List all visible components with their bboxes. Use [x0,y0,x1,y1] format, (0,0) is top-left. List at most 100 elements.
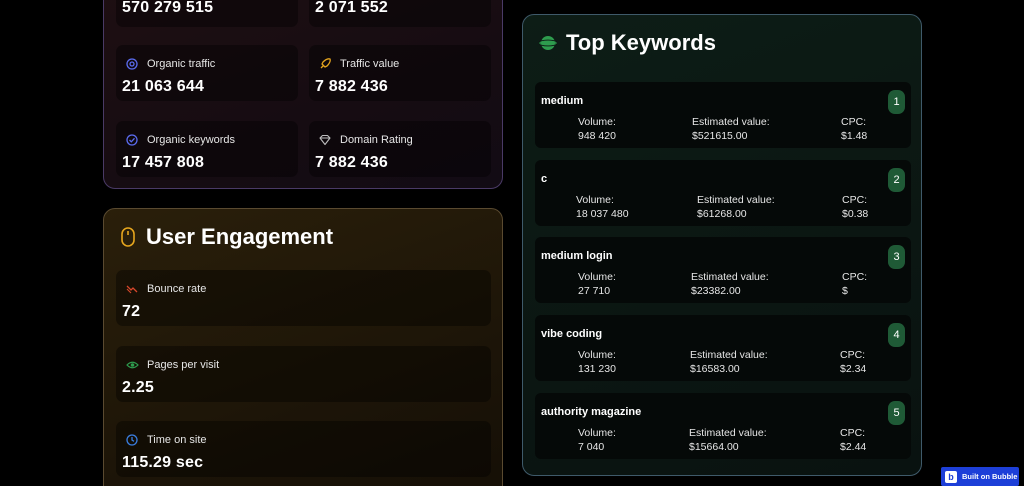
bubble-logo-icon: b [945,470,957,483]
volume-label: Volume: [578,349,616,361]
organic-traffic-tile: Organic traffic 21 063 644 [116,45,298,101]
keyword-row[interactable]: medium Volume: 948 420 Estimated value: … [535,82,911,148]
volume-label: Volume: [578,271,616,283]
volume-value: 7 040 [578,441,605,453]
estimated-label: Estimated value: [689,427,767,439]
volume-label: Volume: [578,427,616,439]
metric-label: Organic keywords [147,134,236,146]
estimated-value: $23382.00 [691,285,741,297]
metric-label: Time on site [147,434,207,446]
estimated-column: Estimated value: $23382.00 [691,270,769,298]
metric-value: 21 063 644 [122,78,205,95]
metric-value: 72 [122,303,141,320]
mouse-icon [121,227,135,252]
diamond-icon [318,133,332,147]
section-title: Top Keywords [566,30,716,55]
metric-tile: 2 071 552 [309,0,491,27]
trend-down-icon [125,282,139,296]
traffic-value-tile: Traffic value 7 882 436 [309,45,491,101]
volume-value: 131 230 [578,363,616,375]
metric-value: 2.25 [122,379,154,396]
estimated-label: Estimated value: [691,271,769,283]
estimated-value: $61268.00 [697,208,747,220]
planet-icon [538,34,558,57]
cpc-value: $2.34 [840,363,867,375]
section-title: User Engagement [146,224,334,249]
keyword-name: vibe coding [541,328,603,340]
target-icon [125,57,139,71]
volume-column: Volume: 948 420 [578,115,616,143]
estimated-value: $15664.00 [689,441,739,453]
keyword-row[interactable]: vibe coding Volume: 131 230 Estimated va… [535,315,911,381]
cpc-column: CPC: $0.38 [842,193,868,221]
cpc-label: CPC: [842,194,868,206]
estimated-label: Estimated value: [697,194,775,206]
metric-value: 7 882 436 [315,154,388,171]
organic-keywords-tile: Organic keywords 17 457 808 [116,121,298,177]
domain-rating-tile: Domain Rating 7 882 436 [309,121,491,177]
volume-column: Volume: 18 037 480 [576,193,629,221]
metric-value: 115.29 sec [122,454,204,471]
rank-badge: 2 [888,168,905,192]
clock-icon [125,433,139,447]
volume-label: Volume: [578,116,616,128]
volume-column: Volume: 131 230 [578,348,616,376]
estimated-value: $16583.00 [690,363,740,375]
built-on-bubble-badge[interactable]: b Built on Bubble [941,467,1019,486]
metric-label: Traffic value [340,58,400,70]
estimated-column: Estimated value: $61268.00 [697,193,775,221]
estimated-column: Estimated value: $15664.00 [689,426,767,454]
cpc-value: $2.44 [840,441,867,453]
keyword-row[interactable]: authority magazine Volume: 7 040 Estimat… [535,393,911,459]
metric-value: 17 457 808 [122,154,205,171]
top-keywords-card: Top Keywords medium Volume: 948 420 Esti… [522,14,922,476]
metric-value: 2 071 552 [315,0,388,16]
metric-tile: 570 279 515 [116,0,298,27]
badge-label: Built on Bubble [962,472,1018,481]
keyword-name: medium login [541,250,613,262]
volume-value: 18 037 480 [576,208,629,220]
metric-label: Bounce rate [147,283,207,295]
estimated-label: Estimated value: [690,349,768,361]
metric-value: 570 279 515 [122,0,214,16]
metric-label: Domain Rating [340,134,413,146]
pages-per-visit-tile: Pages per visit 2.25 [116,346,491,402]
cpc-label: CPC: [842,271,868,283]
cpc-value: $ [842,285,848,297]
rocket-icon [318,57,332,71]
rank-badge: 5 [888,401,905,425]
metric-label: Pages per visit [147,359,220,371]
volume-column: Volume: 27 710 [578,270,616,298]
keyword-name: authority magazine [541,406,642,418]
metric-label: Organic traffic [147,58,216,70]
cpc-column: CPC: $2.44 [840,426,866,454]
cpc-column: CPC: $2.34 [840,348,866,376]
cpc-column: CPC: $ [842,270,867,298]
rank-badge: 1 [888,90,905,114]
volume-value: 948 420 [578,130,616,142]
rank-badge: 3 [888,245,905,269]
check-circle-icon [125,133,139,147]
estimated-label: Estimated value: [692,116,770,128]
time-on-site-tile: Time on site 115.29 sec [116,421,491,477]
bounce-rate-tile: Bounce rate 72 [116,270,491,326]
keyword-name: c [541,173,548,185]
cpc-label: CPC: [840,427,866,439]
keyword-row[interactable]: medium login Volume: 27 710 Estimated va… [535,237,911,303]
volume-value: 27 710 [578,285,611,297]
cpc-label: CPC: [840,349,866,361]
estimated-value: $521615.00 [692,130,748,142]
user-engagement-card: User Engagement Bounce rate 72 Pages per… [103,208,503,486]
keyword-row[interactable]: c Volume: 18 037 480 Estimated value: $6… [535,160,911,226]
cpc-value: $1.48 [841,130,868,142]
cpc-column: CPC: $1.48 [841,115,867,143]
cpc-value: $0.38 [842,208,869,220]
cpc-label: CPC: [841,116,867,128]
metric-value: 7 882 436 [315,78,388,95]
volume-column: Volume: 7 040 [578,426,616,454]
estimated-column: Estimated value: $521615.00 [692,115,770,143]
rank-badge: 4 [888,323,905,347]
volume-label: Volume: [576,194,614,206]
overview-card: 570 279 515 2 071 552 Organic traffic 21… [103,0,503,189]
estimated-column: Estimated value: $16583.00 [690,348,768,376]
